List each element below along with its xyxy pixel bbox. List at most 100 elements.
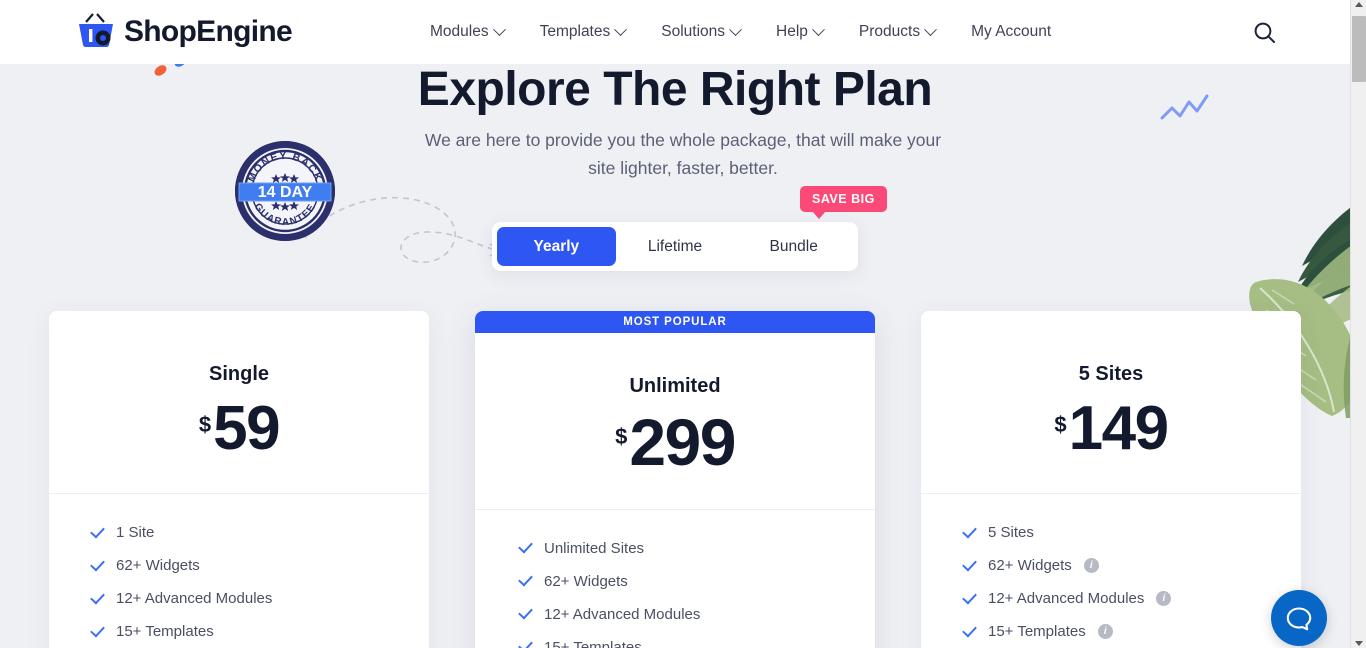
feature-label: 5 Sites [988,524,1034,542]
check-icon [518,571,533,587]
currency-symbol: $ [615,424,628,449]
plan-name: 5 Sites [1078,363,1144,385]
price: $ 299 [475,405,875,479]
save-big-badge: SAVE BIG [800,186,887,219]
price-amount: 149 [1068,394,1169,463]
main-navigation: Modules Templates Solutions Help Product… [430,0,1051,64]
info-icon[interactable]: i [1083,558,1099,574]
toggle-option-lifetime[interactable]: Lifetime [616,227,735,266]
list-item: 15+ Templates i [962,615,1259,648]
check-icon [962,589,977,605]
scrollbar-thumb[interactable] [1352,16,1366,82]
feature-label: 12+ Advanced Modules [988,590,1145,608]
nav-label: Solutions [661,23,726,40]
feature-label: 1 Site [116,524,155,542]
chat-widget-button[interactable] [1271,590,1327,646]
feature-label: 15+ Templates [116,623,214,641]
nav-item-solutions[interactable]: Solutions [661,22,742,41]
check-icon [90,589,105,605]
feature-label: Unlimited Sites [544,539,645,557]
nav-item-my-account[interactable]: My Account [971,23,1051,41]
chevron-down-icon [812,22,825,36]
page-title: Explore The Right Plan [417,63,933,116]
price: $ 149 [921,394,1301,463]
check-icon [962,622,977,638]
search-icon[interactable] [1252,20,1278,46]
page-root: ShopEngine Modules Templates Solutions H… [0,0,1366,648]
info-icon[interactable]: i [1097,624,1113,640]
pricing-card-single: Single $ 59 1 Site 62+ Widgets 12+ Advan [49,311,429,648]
list-item: Unlimited Sites [518,532,833,565]
shopping-basket-gear-icon [76,13,116,51]
nav-label: Templates [539,23,611,40]
nav-item-products[interactable]: Products [858,22,937,41]
pricing-card-5-sites: 5 Sites $ 149 5 Sites 62+ Widgets i 12+ … [921,311,1301,648]
money-back-guarantee-badge: MONEY BACK GUARANTEE 14 DAY [233,139,337,243]
logo[interactable]: ShopEngine [76,13,293,51]
nav-label: Modules [430,23,489,40]
check-icon [518,538,533,554]
toggle-option-yearly[interactable]: Yearly [497,227,616,266]
check-icon [90,556,105,572]
feature-list: 1 Site 62+ Widgets 12+ Advanced Modules … [49,494,429,648]
info-icon[interactable]: i [1156,591,1172,607]
chevron-down-icon [492,22,506,36]
check-icon [518,637,533,648]
feature-label: 62+ Widgets [988,557,1072,575]
check-icon [962,556,977,572]
currency-symbol: $ [198,412,212,437]
list-item: 15+ Templates [518,631,833,648]
feature-label: 12+ Advanced Modules [544,605,701,623]
nav-item-modules[interactable]: Modules [430,22,506,41]
list-item: 15+ Templates [90,615,387,648]
nav-label: My Account [971,23,1052,40]
card-header: Unlimited $ 299 [475,333,875,510]
site-header: ShopEngine Modules Templates Solutions H… [0,0,1350,64]
nav-item-templates[interactable]: Templates [539,22,628,41]
check-icon [962,523,977,539]
price-amount: 59 [213,394,280,463]
check-icon [518,604,533,620]
feature-list: Unlimited Sites 62+ Widgets 12+ Advanced… [475,510,875,648]
feature-label: 15+ Templates [988,623,1086,641]
price-amount: 299 [629,405,736,479]
billing-period-toggle: Yearly Lifetime Bundle [492,222,858,271]
nav-label: Help [776,23,808,40]
scroll-down-arrow-icon[interactable] [1355,641,1363,646]
pricing-cards: Single $ 59 1 Site 62+ Widgets 12+ Advan [0,311,1350,648]
list-item: 12+ Advanced Modules [90,582,387,615]
feature-label: 15+ Templates [544,638,642,648]
check-icon [90,523,105,539]
price: $ 59 [49,394,429,463]
chevron-down-icon [924,22,937,36]
scroll-up-arrow-icon[interactable] [1355,2,1363,7]
list-item: 12+ Advanced Modules [518,598,833,631]
plan-name: Single [208,363,269,385]
page-subtitle: We are here to provide you the whole pac… [424,130,942,178]
check-icon [90,622,105,638]
card-header: 5 Sites $ 149 [921,311,1301,495]
vertical-scrollbar[interactable] [1350,0,1366,648]
feature-label: 62+ Widgets [544,572,628,590]
list-item: 5 Sites [962,516,1259,549]
list-item: 62+ Widgets i [962,549,1259,582]
feature-label: 12+ Advanced Modules [116,590,273,608]
pricing-card-unlimited: MOST POPULAR Unlimited $ 299 Unlimited S… [475,311,875,648]
list-item: 62+ Widgets [90,549,387,582]
currency-symbol: $ [1054,412,1067,437]
feature-label: 62+ Widgets [116,557,200,575]
logo-text: ShopEngine [124,15,293,48]
feature-list: 5 Sites 62+ Widgets i 12+ Advanced Modul… [921,494,1301,648]
most-popular-badge: MOST POPULAR [475,311,875,333]
card-header: Single $ 59 [49,311,429,495]
chat-bubble-icon [1286,607,1312,631]
chevron-down-icon [614,22,628,36]
svg-text:14 DAY: 14 DAY [258,184,313,201]
toggle-option-bundle[interactable]: Bundle [734,227,853,266]
plan-name: Unlimited [629,375,721,397]
list-item: 1 Site [90,516,387,549]
list-item: 62+ Widgets [518,565,833,598]
nav-label: Products [858,23,921,40]
list-item: 12+ Advanced Modules i [962,582,1259,615]
nav-item-help[interactable]: Help [776,22,825,41]
